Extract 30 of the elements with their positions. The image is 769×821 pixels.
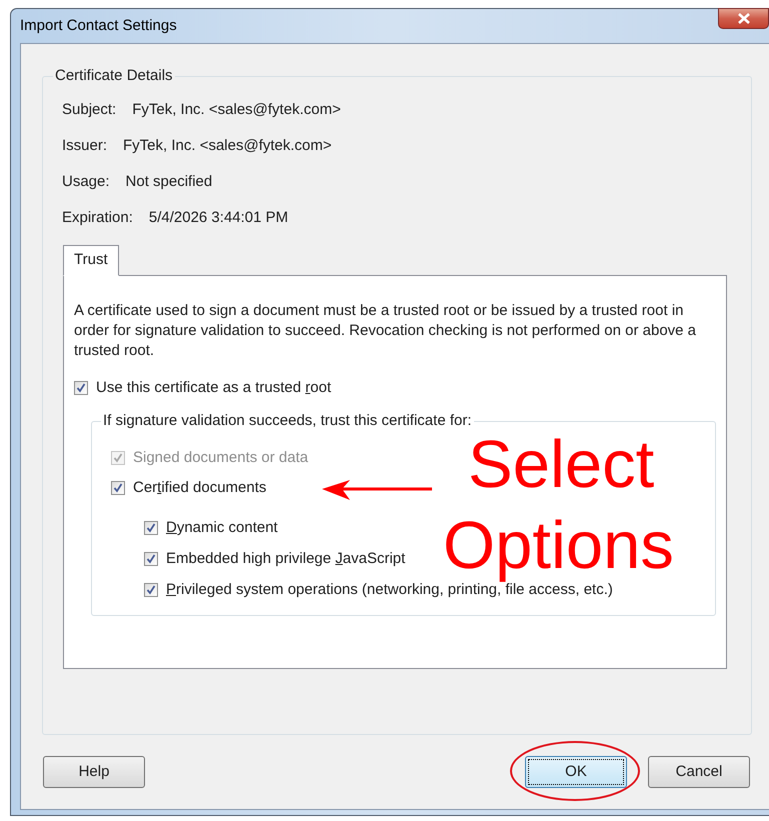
window-title: Import Contact Settings	[20, 16, 177, 36]
checkbox[interactable]	[144, 521, 158, 535]
field-value: Not specified	[126, 172, 212, 192]
checkbox-label: Use this certificate as a trusted root	[96, 378, 332, 398]
field-label: Expiration:	[62, 208, 133, 228]
checkbox[interactable]	[74, 381, 88, 395]
description: A certificate used to sign a document must be a trusted root or be issued by a trusted root in order for signature validation to succeed. Revocation checking is not performed on or above a trusted root.	[74, 301, 698, 361]
field-value: FyTek, Inc. <sales@fytek.com>	[132, 100, 341, 120]
group-title: If signature validation succeeds, trust this certificate for:	[102, 411, 473, 431]
checkbox[interactable]	[144, 583, 158, 597]
checkbox-label: Embedded high privilege JavaScript	[166, 549, 406, 569]
checkbox-label: Dynamic content	[166, 518, 278, 538]
checkbox[interactable]	[111, 481, 125, 495]
dialog-button[interactable]: Cancel	[648, 756, 750, 788]
tab[interactable]: Trust	[63, 245, 119, 276]
field-label: Usage:	[62, 172, 110, 192]
field-label: Subject:	[62, 100, 116, 120]
group-title: Certificate Details	[54, 66, 174, 86]
dialog-button[interactable]: Help	[43, 756, 145, 788]
close-button[interactable]	[718, 8, 769, 29]
field-value: FyTek, Inc. <sales@fytek.com>	[123, 136, 332, 156]
annotation-text: Select	[468, 433, 654, 497]
dialog-button[interactable]: OK	[525, 756, 627, 788]
checkbox-label: Signed documents or data	[133, 448, 308, 468]
checkbox-label: Privileged system operations (networking, printing, file access, etc.)	[166, 581, 613, 600]
field-label: Issuer:	[62, 136, 108, 156]
checkbox-label: Certified documents	[133, 478, 266, 498]
field-value: 5/4/2026 3:44:01 PM	[148, 208, 288, 228]
close-icon	[736, 13, 750, 24]
checkbox[interactable]	[144, 552, 158, 566]
